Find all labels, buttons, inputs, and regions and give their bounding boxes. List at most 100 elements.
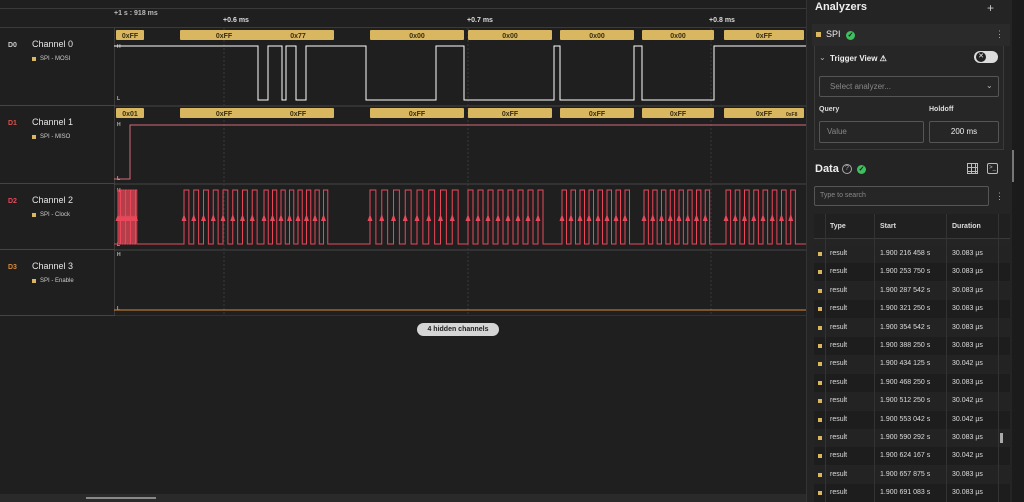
- time-ruler[interactable]: +1 s : 918 ms +0.6 ms +0.7 ms +0.8 ms: [0, 8, 806, 28]
- channel-name[interactable]: Channel 1: [32, 117, 73, 127]
- more-options-icon[interactable]: ⋮: [995, 29, 1004, 40]
- ruler-tick-label: +0.7 ms: [467, 17, 493, 24]
- holdoff-value: 200 ms: [950, 127, 978, 136]
- ruler-origin-label: +1 s : 918 ms: [114, 10, 158, 17]
- result-color-icon: [818, 307, 822, 312]
- miso-byte-label: 0xFF: [216, 111, 233, 118]
- data-table[interactable]: Type Start Duration result 1.900 216 458 …: [814, 214, 1010, 502]
- miso-byte-label: 0x01: [122, 111, 138, 118]
- column-header-type[interactable]: Type: [830, 223, 846, 230]
- table-row[interactable]: result 1.900 434 125 s 30.042 µs: [814, 355, 1010, 374]
- miso-byte-label: 0xFF: [290, 111, 307, 118]
- cell-type: result: [830, 305, 848, 313]
- table-row[interactable]: result 1.900 321 250 s 30.083 µs: [814, 300, 1010, 319]
- query-label: Query: [819, 106, 840, 113]
- channel-row-3[interactable]: D3 Channel 3 SPI - Enable: [0, 250, 114, 316]
- cell-duration: 30.083 µs: [952, 489, 983, 497]
- analyzer-color-icon: [816, 32, 821, 37]
- table-row[interactable]: result 1.900 512 250 s 30.042 µs: [814, 392, 1010, 411]
- channel-name[interactable]: Channel 2: [32, 195, 73, 205]
- waveform-area[interactable]: +1 s : 918 ms +0.6 ms +0.7 ms +0.8 ms D0…: [0, 0, 806, 502]
- trigger-toggle[interactable]: ✕: [974, 51, 998, 63]
- chevron-down-icon[interactable]: ⌄: [819, 53, 826, 62]
- more-options-icon[interactable]: ⋮: [995, 191, 1004, 202]
- miso-byte-label: 0xFF: [756, 111, 773, 118]
- terminal-icon[interactable]: >_: [987, 163, 998, 174]
- cell-type: result: [830, 452, 848, 460]
- cell-duration: 30.083 µs: [952, 323, 983, 331]
- channel-name[interactable]: Channel 0: [32, 39, 73, 49]
- cell-duration: 30.083 µs: [952, 434, 983, 441]
- cell-duration: 30.083 µs: [952, 250, 983, 257]
- mosi-byte-label: 0xFF: [756, 33, 773, 40]
- clock-signal: [114, 189, 806, 245]
- help-icon[interactable]: ?: [842, 164, 852, 174]
- channel-analyzer-text: SPI - Clock: [40, 212, 71, 218]
- cell-start: 1.900 512 250 s: [880, 397, 931, 405]
- channel-analyzer-label: SPI - MISO: [32, 134, 70, 140]
- cell-type: result: [830, 434, 848, 441]
- channel-analyzer-text: SPI - MISO: [40, 134, 71, 140]
- column-header-duration[interactable]: Duration: [952, 223, 981, 230]
- channel-id: D3: [8, 264, 17, 271]
- analyzer-item-spi[interactable]: [812, 24, 1010, 46]
- cell-start: 1.900 321 250 s: [880, 305, 931, 313]
- channel-analyzer-label: SPI - MOSI: [32, 56, 70, 62]
- column-divider: [946, 214, 947, 502]
- table-row[interactable]: result 1.900 253 750 s 30.083 µs: [814, 263, 1010, 282]
- table-row[interactable]: result 1.900 624 167 s 30.042 µs: [814, 447, 1010, 466]
- waveform-canvas[interactable]: HLHLHLHL0xFF 0xFF 0x77 0x00 0x00 0x00 0x00 0xFF…: [114, 28, 806, 316]
- result-color-icon: [818, 344, 822, 348]
- result-color-icon: [818, 380, 822, 385]
- analyzer-color-icon: [32, 57, 36, 61]
- cell-type: result: [830, 397, 848, 405]
- analyzer-select-placeholder: Select analyzer...: [830, 82, 891, 91]
- cell-start: 1.900 553 042 s: [880, 415, 931, 423]
- channel-name[interactable]: Channel 3: [32, 261, 73, 271]
- table-row[interactable]: result 1.900 691 083 s 30.083 µs: [814, 484, 1010, 502]
- cell-start: 1.900 354 542 s: [880, 323, 931, 331]
- plus-icon[interactable]: +: [987, 1, 994, 15]
- cell-start: 1.900 468 250 s: [880, 378, 931, 386]
- column-header-start[interactable]: Start: [880, 223, 896, 230]
- table-row[interactable]: result 1.900 287 542 s 30.083 µs: [814, 281, 1010, 300]
- cell-start: 1.900 434 125 s: [880, 360, 931, 368]
- table-row[interactable]: result 1.900 216 458 s 30.083 µs: [814, 245, 1010, 263]
- check-circle-icon: ✓: [857, 165, 866, 174]
- level-low-label: L: [117, 306, 120, 312]
- channel-analyzer-text: SPI - Enable: [40, 278, 74, 284]
- table-row[interactable]: result 1.900 590 292 s 30.083 µs: [814, 429, 1010, 447]
- channel-row-0[interactable]: D0 Channel 0 SPI - MOSI: [0, 28, 114, 106]
- analyzer-color-icon: [32, 279, 36, 283]
- table-row[interactable]: result 1.900 468 250 s 30.083 µs: [814, 373, 1010, 392]
- panel-splitter[interactable]: [1012, 150, 1014, 182]
- waveform-plot[interactable]: H L H L H L H L 0xFF 0xFF 0x77 0x00 0x00 0x00 0x00 0xFF…: [114, 28, 806, 316]
- table-row[interactable]: result 1.900 354 542 s 30.083 µs: [814, 318, 1010, 337]
- channel-id: D0: [8, 42, 17, 49]
- close-icon: ✕: [976, 52, 986, 62]
- channel-row-1[interactable]: D1 Channel 1 SPI - MISO: [0, 106, 114, 184]
- result-color-icon: [818, 454, 822, 459]
- channel-row-2[interactable]: D2 Channel 2 SPI - Clock: [0, 184, 114, 250]
- table-row[interactable]: result 1.900 657 875 s 30.083 µs: [814, 465, 1010, 484]
- channel-analyzer-label: SPI - Enable: [32, 278, 74, 284]
- table-view-icon[interactable]: [967, 163, 978, 174]
- cell-type: result: [830, 250, 848, 257]
- hidden-channels-button[interactable]: 4 hidden channels: [417, 323, 499, 336]
- mosi-byte-label: 0x00: [670, 33, 686, 40]
- level-high-label: H: [117, 44, 121, 50]
- scrollbar-thumb[interactable]: [86, 497, 156, 499]
- cell-duration: 30.042 µs: [952, 452, 983, 460]
- cell-duration: 30.083 µs: [952, 286, 983, 294]
- column-divider: [874, 214, 875, 502]
- table-scrollbar-thumb[interactable]: [1000, 433, 1003, 443]
- cell-duration: 30.042 µs: [952, 415, 983, 423]
- table-row[interactable]: result 1.900 553 042 s 30.042 µs: [814, 410, 1010, 429]
- mosi-byte-label: 0x00: [589, 33, 605, 40]
- result-color-icon: [818, 436, 822, 440]
- cell-start: 1.900 590 292 s: [880, 434, 931, 441]
- table-row[interactable]: result 1.900 388 250 s 30.083 µs: [814, 337, 1010, 355]
- cell-duration: 30.042 µs: [952, 360, 983, 368]
- mosi-signal: [114, 45, 806, 101]
- analyzer-name[interactable]: SPI: [826, 29, 841, 39]
